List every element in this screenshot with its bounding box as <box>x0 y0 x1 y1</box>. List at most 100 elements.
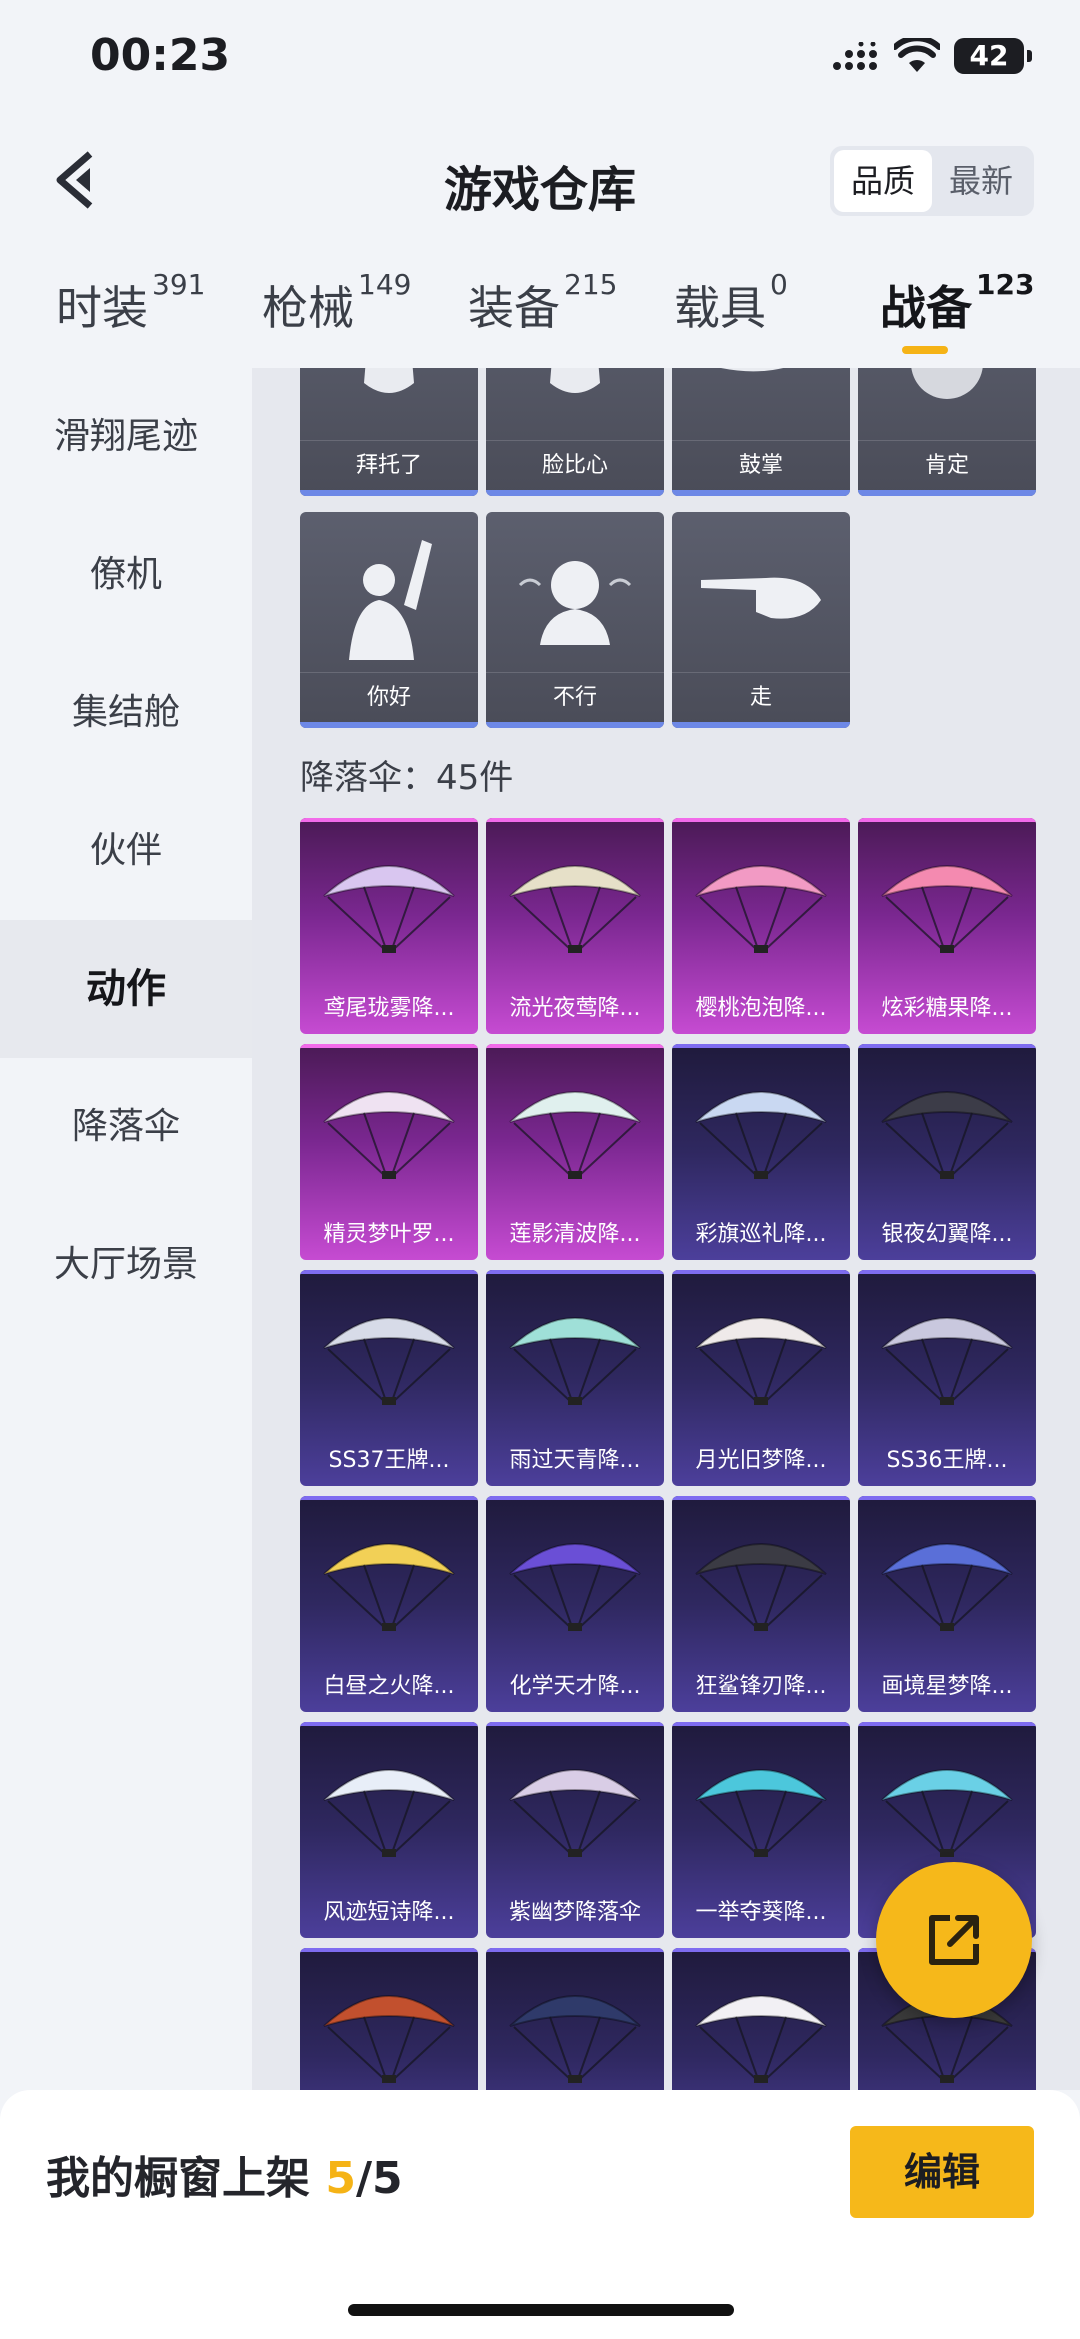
item-name: 彩旗巡礼降... <box>695 1222 827 1247</box>
external-link-icon <box>929 1915 979 1965</box>
parachute-card[interactable]: SS36王牌... <box>858 1270 1036 1486</box>
status-time: 00:23 <box>90 30 231 81</box>
parachute-card[interactable]: 风迹短诗降... <box>300 1722 478 1938</box>
rarity-bar <box>858 490 1036 496</box>
parachute-card[interactable]: 狂鲨锋刃降... <box>672 1496 850 1712</box>
item-name: 白昼之火降... <box>323 1674 455 1699</box>
parachute-icon <box>300 1044 478 1210</box>
gesture-card[interactable]: 鼓掌 <box>672 368 850 496</box>
share-button[interactable] <box>876 1862 1032 2018</box>
parachute-card[interactable] <box>300 1948 478 2090</box>
showcase-bar: 我的橱窗上架 5/5 编辑 <box>0 2090 1080 2339</box>
tab-battle-prep[interactable]: 战备 123 <box>880 268 1034 338</box>
parachute-icon <box>858 1270 1036 1436</box>
home-indicator <box>348 2304 734 2316</box>
item-name: 炫彩糖果降... <box>881 996 1013 1021</box>
sidebar-item-partner[interactable]: 伙伴 <box>0 782 252 920</box>
parachute-icon <box>300 1948 478 2090</box>
gesture-card[interactable]: 拜托了 <box>300 368 478 496</box>
showcase-count: 5 <box>325 2153 356 2204</box>
gesture-card[interactable]: 不行 <box>486 512 664 728</box>
head-shake-figure-icon <box>486 512 664 678</box>
sort-quality-button[interactable]: 品质 <box>834 150 932 212</box>
parachute-icon <box>672 818 850 984</box>
sidebar-item-emotes[interactable]: 动作 <box>0 920 252 1058</box>
parachute-card[interactable]: 流光夜莺降... <box>486 818 664 1034</box>
parachute-card[interactable]: 精灵梦叶罗... <box>300 1044 478 1260</box>
category-tabs: 时装 391 枪械 149 装备 215 载具 0 战备 123 <box>0 262 1080 362</box>
parachute-icon <box>300 1270 478 1436</box>
item-name: 化学天才降... <box>509 1674 641 1699</box>
sidebar-item-wingman[interactable]: 僚机 <box>0 506 252 644</box>
parachute-card[interactable]: 化学天才降... <box>486 1496 664 1712</box>
clapping-hands-icon <box>672 368 850 446</box>
showcase-label: 我的橱窗上架 5/5 <box>46 2153 403 2204</box>
parachute-card[interactable]: 月光旧梦降... <box>672 1270 850 1486</box>
item-name: 流光夜莺降... <box>509 996 641 1021</box>
item-name: 鼓掌 <box>672 440 850 490</box>
parachute-icon <box>672 1722 850 1888</box>
parachute-icon <box>672 1044 850 1210</box>
parachute-card[interactable]: 莲影清波降... <box>486 1044 664 1260</box>
item-name: 月光旧梦降... <box>695 1448 827 1473</box>
sidebar-item-glide-trail[interactable]: 滑翔尾迹 <box>0 368 252 506</box>
item-grid: 拜托了 脸比心 鼓掌 肯定 你好 不行 走 降落伞：45件 鸢尾珑雾降... 流… <box>252 368 1080 2090</box>
parachute-card[interactable] <box>486 1948 664 2090</box>
rarity-bar <box>486 490 664 496</box>
parachute-card[interactable]: 画境星梦降... <box>858 1496 1036 1712</box>
tab-vehicles[interactable]: 载具 0 <box>674 268 788 338</box>
parachute-card[interactable]: 银夜幻翼降... <box>858 1044 1036 1260</box>
parachute-icon <box>300 1722 478 1888</box>
gesture-card[interactable]: 走 <box>672 512 850 728</box>
showcase-total: /5 <box>355 2153 403 2204</box>
parachute-card[interactable]: 紫幽梦降落伞 <box>486 1722 664 1938</box>
gesture-figure-icon <box>858 368 1036 446</box>
sidebar-item-lobby-scene[interactable]: 大厅场景 <box>0 1196 252 1334</box>
tab-equipment[interactable]: 装备 215 <box>468 268 617 338</box>
parachute-icon <box>300 818 478 984</box>
parachute-icon <box>858 1496 1036 1662</box>
gesture-figure-icon <box>300 368 478 446</box>
edit-button[interactable]: 编辑 <box>850 2126 1034 2218</box>
rarity-bar <box>486 722 664 728</box>
gesture-figure-icon <box>486 368 664 446</box>
parachute-card[interactable]: 鸢尾珑雾降... <box>300 818 478 1034</box>
item-name: 樱桃泡泡降... <box>695 996 827 1021</box>
active-tab-indicator <box>902 346 948 354</box>
sort-newest-button[interactable]: 最新 <box>932 150 1030 212</box>
parachute-icon <box>486 1722 664 1888</box>
item-name: SS37王牌... <box>328 1448 450 1473</box>
item-name: 精灵梦叶罗... <box>323 1222 455 1247</box>
parachute-icon <box>672 1496 850 1662</box>
parachute-section-label: 降落伞：45件 <box>300 758 514 798</box>
parachute-card[interactable]: 白昼之火降... <box>300 1496 478 1712</box>
gesture-card[interactable]: 肯定 <box>858 368 1036 496</box>
sidebar-item-parachute[interactable]: 降落伞 <box>0 1058 252 1196</box>
parachute-card[interactable]: SS37王牌... <box>300 1270 478 1486</box>
item-name: 画境星梦降... <box>881 1674 1013 1699</box>
gesture-card[interactable]: 脸比心 <box>486 368 664 496</box>
tab-weapons[interactable]: 枪械 149 <box>262 268 411 338</box>
battery-icon: 42 <box>954 38 1032 74</box>
wifi-icon <box>894 38 940 72</box>
item-name: 鸢尾珑雾降... <box>323 996 455 1021</box>
sidebar: 滑翔尾迹 僚机 集结舱 伙伴 动作 降落伞 大厅场景 <box>0 368 252 2090</box>
item-name: 肯定 <box>858 440 1036 490</box>
item-name: 紫幽梦降落伞 <box>508 1900 641 1925</box>
parachute-card[interactable]: 一举夺葵降... <box>672 1722 850 1938</box>
tab-fashion[interactable]: 时装 391 <box>56 268 205 338</box>
parachute-icon <box>858 1044 1036 1210</box>
parachute-card[interactable]: 樱桃泡泡降... <box>672 818 850 1034</box>
parachute-icon <box>300 1496 478 1662</box>
item-name: 拜托了 <box>300 440 478 490</box>
parachute-card[interactable]: 雨过天青降... <box>486 1270 664 1486</box>
parachute-card[interactable] <box>672 1948 850 2090</box>
rarity-bar <box>300 722 478 728</box>
parachute-card[interactable]: 彩旗巡礼降... <box>672 1044 850 1260</box>
parachute-card[interactable]: 炫彩糖果降... <box>858 818 1036 1034</box>
parachute-icon <box>672 1270 850 1436</box>
sidebar-item-assembly-pod[interactable]: 集结舱 <box>0 644 252 782</box>
item-name: 风迹短诗降... <box>323 1900 455 1925</box>
gesture-card[interactable]: 你好 <box>300 512 478 728</box>
item-name: 脸比心 <box>486 440 664 490</box>
